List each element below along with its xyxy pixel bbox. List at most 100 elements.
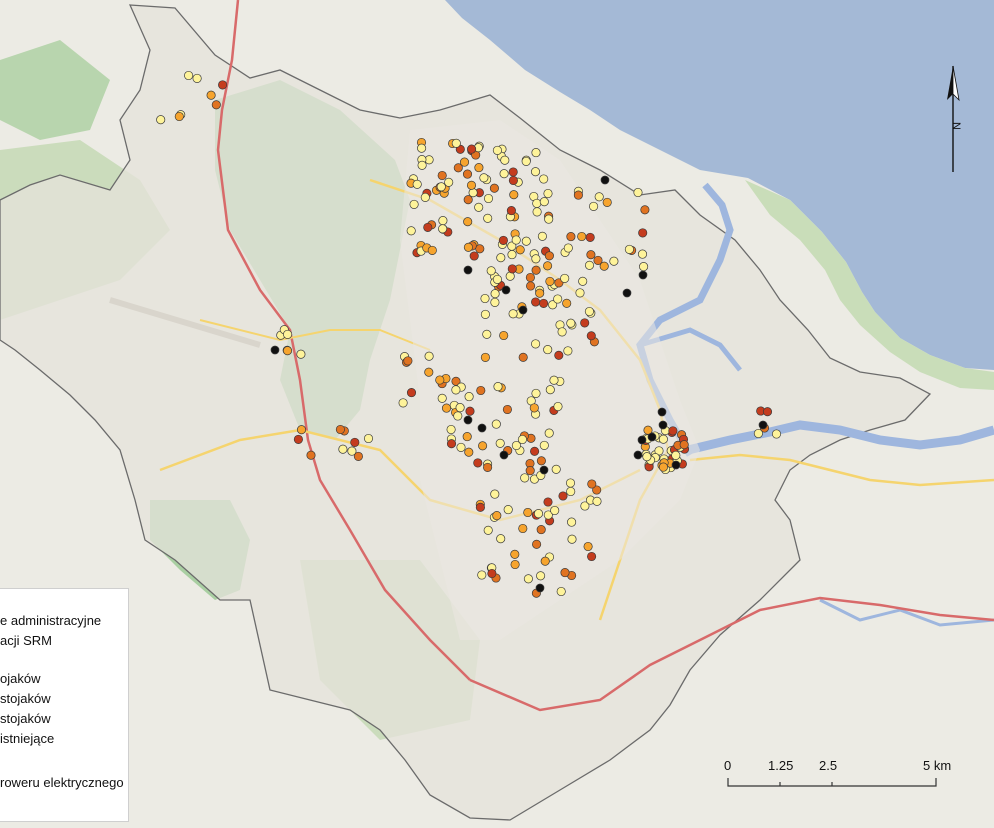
station-point — [156, 115, 166, 125]
station-point — [270, 345, 280, 355]
station-point — [465, 406, 475, 416]
station-point — [536, 456, 546, 466]
station-point — [510, 549, 520, 559]
station-point — [493, 382, 503, 392]
station-point — [206, 90, 216, 100]
station-point — [556, 586, 566, 597]
station-point — [476, 385, 486, 396]
station-point — [296, 349, 306, 359]
station-point — [531, 265, 541, 275]
station-point — [499, 450, 509, 460]
station-point — [658, 420, 668, 430]
station-point — [530, 167, 541, 177]
station-point — [503, 505, 513, 515]
station-point — [567, 517, 577, 527]
station-point — [557, 327, 567, 337]
station-point — [412, 179, 422, 189]
station-point — [464, 392, 474, 402]
station-point — [671, 460, 681, 470]
station-point — [506, 206, 516, 216]
station-point — [480, 309, 490, 319]
station-point — [633, 187, 643, 198]
station-point — [490, 297, 500, 307]
station-point — [490, 489, 500, 499]
station-point — [335, 424, 345, 435]
station-point — [464, 447, 474, 457]
station-point — [463, 217, 473, 227]
station-point — [437, 170, 447, 181]
station-point — [753, 428, 763, 439]
station-point — [602, 197, 612, 207]
station-point — [469, 251, 479, 261]
station-point — [474, 163, 484, 173]
map-canvas[interactable] — [0, 0, 994, 828]
station-point — [218, 80, 228, 90]
station-point — [549, 375, 559, 385]
station-point — [456, 442, 466, 452]
station-point — [283, 329, 293, 339]
station-point — [446, 439, 457, 449]
station-point — [562, 298, 572, 308]
station-point — [507, 264, 517, 274]
station-point — [496, 534, 506, 544]
station-point — [553, 401, 563, 412]
station-point — [594, 192, 604, 202]
station-point — [347, 446, 357, 456]
north-arrow-label: N — [950, 122, 962, 130]
station-point — [489, 183, 499, 193]
legend-item-srm-stations: acji SRM — [0, 633, 53, 648]
station-point — [480, 293, 490, 304]
scale-bar: 0 1.25 2.5 5 km — [718, 754, 978, 794]
station-point — [573, 190, 583, 200]
station-point — [624, 244, 634, 254]
station-point — [640, 205, 650, 215]
station-point — [544, 251, 554, 261]
station-point — [455, 403, 465, 413]
legend-item-stands-1: ojaków — [0, 671, 41, 686]
north-arrow: N — [938, 64, 968, 174]
station-point — [474, 202, 484, 212]
station-point — [521, 156, 531, 166]
station-point — [762, 407, 773, 417]
station-point — [638, 228, 648, 238]
station-point — [475, 244, 485, 254]
station-point — [771, 429, 782, 439]
station-point — [409, 199, 419, 209]
station-point — [532, 198, 542, 208]
station-point — [490, 289, 500, 299]
station-point — [535, 288, 545, 298]
station-point — [593, 255, 603, 265]
station-point — [539, 298, 549, 308]
station-point — [577, 231, 587, 242]
station-point — [523, 574, 533, 584]
station-point — [453, 411, 463, 421]
station-point — [451, 385, 461, 395]
station-point — [609, 256, 619, 266]
station-point — [560, 273, 570, 283]
station-point — [463, 415, 473, 425]
station-point — [184, 70, 194, 81]
station-point — [523, 507, 533, 518]
station-point — [638, 270, 648, 280]
station-point — [539, 440, 549, 450]
station-point — [642, 452, 652, 462]
station-point — [539, 197, 549, 207]
station-point — [583, 541, 593, 552]
station-point — [531, 388, 541, 398]
station-point — [518, 305, 528, 315]
station-point — [584, 260, 595, 270]
station-point — [679, 440, 689, 450]
station-point — [466, 180, 477, 190]
legend-item-ebike: roweru elektrycznego — [0, 775, 124, 790]
station-point — [520, 473, 530, 483]
station-point — [417, 160, 427, 170]
station-point — [211, 100, 221, 110]
station-point — [518, 352, 528, 362]
station-point — [441, 403, 452, 413]
station-point — [483, 193, 494, 204]
station-point — [462, 169, 473, 179]
station-point — [499, 330, 509, 341]
station-point — [437, 393, 447, 403]
station-point — [444, 177, 454, 187]
station-point — [535, 583, 545, 593]
